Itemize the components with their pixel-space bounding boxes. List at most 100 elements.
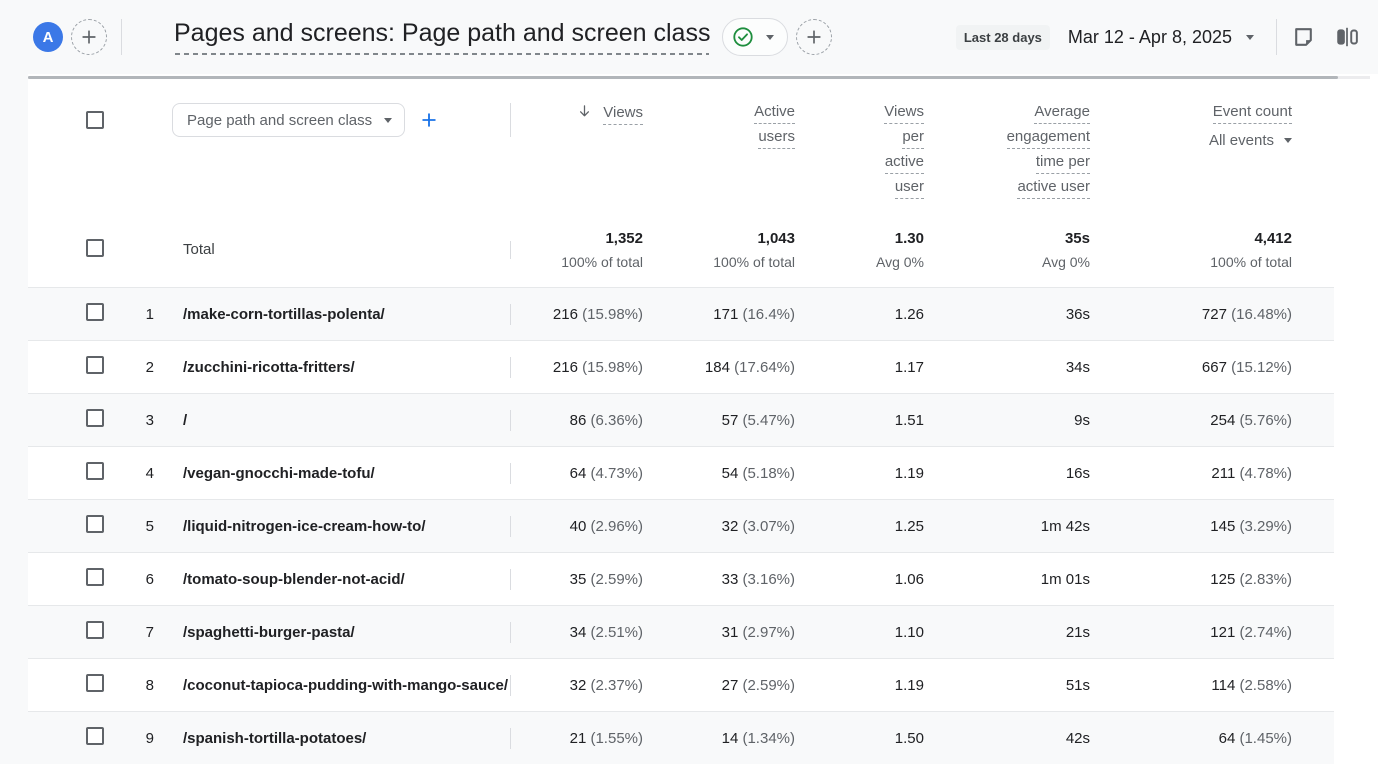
table-row: 5 /liquid-nitrogen-ice-cream-how-to/ 40 … xyxy=(28,499,1334,552)
chevron-down-icon xyxy=(1246,35,1254,40)
cell-views: 216 (15.98%) xyxy=(511,306,655,323)
add-audience-button[interactable] xyxy=(71,19,107,55)
table-row: 8 /coconut-tapioca-pudding-with-mango-sa… xyxy=(28,658,1334,711)
cell-event-count: 667 (15.12%) xyxy=(1102,359,1334,376)
row-checkbox[interactable] xyxy=(86,568,104,586)
sort-descending-icon xyxy=(576,107,597,124)
cell-event-count: 254 (5.76%) xyxy=(1102,412,1334,429)
cell-avg-engagement: 1m 42s xyxy=(936,518,1102,535)
cell-event-count: 64 (1.45%) xyxy=(1102,730,1334,747)
cell-active-users: 31 (2.97%) xyxy=(655,624,807,641)
cell-views: 40 (2.96%) xyxy=(511,518,655,535)
page-title[interactable]: Pages and screens: Page path and screen … xyxy=(174,19,710,55)
table-row: 1 /make-corn-tortillas-polenta/ 216 (15.… xyxy=(28,287,1334,340)
comparisons-icon xyxy=(1334,24,1360,50)
row-rank: 5 xyxy=(106,518,164,535)
table-row: 2 /zucchini-ricotta-fritters/ 216 (15.98… xyxy=(28,340,1334,393)
cell-views: 35 (2.59%) xyxy=(511,571,655,588)
row-checkbox[interactable] xyxy=(86,727,104,745)
total-event-count: 4,412 xyxy=(1102,230,1292,247)
cell-avg-engagement: 36s xyxy=(936,306,1102,323)
select-all-checkbox[interactable] xyxy=(86,111,104,129)
page-path-link[interactable]: /coconut-tapioca-pudding-with-mango-sauc… xyxy=(183,677,508,694)
report-table-card: Page path and screen class Views xyxy=(28,74,1378,764)
row-rank: 8 xyxy=(106,677,164,694)
add-comparison-button[interactable] xyxy=(796,19,832,55)
row-checkbox[interactable] xyxy=(86,356,104,374)
page-path-link[interactable]: /spaghetti-burger-pasta/ xyxy=(183,624,355,641)
cell-avg-engagement: 51s xyxy=(936,677,1102,694)
page-path-link[interactable]: /tomato-soup-blender-not-acid/ xyxy=(183,571,405,588)
page-path-link[interactable]: /zucchini-ricotta-fritters/ xyxy=(183,359,355,376)
row-checkbox[interactable] xyxy=(86,621,104,639)
total-label: Total xyxy=(183,241,215,258)
cell-views: 32 (2.37%) xyxy=(511,677,655,694)
add-dimension-button[interactable] xyxy=(417,108,441,132)
row-rank: 6 xyxy=(106,571,164,588)
comparisons-panel-button[interactable] xyxy=(1330,20,1364,54)
column-header-views-per-active-user[interactable]: Views per active user xyxy=(807,103,936,203)
page-path-link[interactable]: /liquid-nitrogen-ice-cream-how-to/ xyxy=(183,518,426,535)
note-icon xyxy=(1291,25,1316,50)
row-rank: 3 xyxy=(106,412,164,429)
cell-active-users: 184 (17.64%) xyxy=(655,359,807,376)
total-avg-engagement: 35s xyxy=(936,230,1090,247)
dimension-selector[interactable]: Page path and screen class xyxy=(172,103,405,137)
cell-views-per-user: 1.17 xyxy=(807,359,936,376)
cell-views-per-user: 1.19 xyxy=(807,465,936,482)
cell-views-per-user: 1.06 xyxy=(807,571,936,588)
column-header-avg-engagement-time[interactable]: Average engagement time per active user xyxy=(936,103,1102,203)
total-active-users: 1,043 xyxy=(655,230,795,247)
column-header-event-count[interactable]: Event count All events xyxy=(1102,103,1334,149)
row-rank: 4 xyxy=(106,465,164,482)
table-row: 7 /spaghetti-burger-pasta/ 34 (2.51%) 31… xyxy=(28,605,1334,658)
row-checkbox[interactable] xyxy=(86,409,104,427)
column-header-active-users[interactable]: Active users xyxy=(655,103,807,153)
plus-icon xyxy=(79,27,99,47)
event-filter-dropdown[interactable]: All events xyxy=(1209,132,1292,149)
row-rank: 9 xyxy=(106,730,164,747)
cell-views-per-user: 1.25 xyxy=(807,518,936,535)
cell-views-per-user: 1.19 xyxy=(807,677,936,694)
page-path-link[interactable]: /make-corn-tortillas-polenta/ xyxy=(183,306,385,323)
table-header-row: Page path and screen class Views xyxy=(28,82,1334,213)
row-rank: 7 xyxy=(106,624,164,641)
cell-event-count: 145 (3.29%) xyxy=(1102,518,1334,535)
cell-views: 216 (15.98%) xyxy=(511,359,655,376)
cell-views-per-user: 1.50 xyxy=(807,730,936,747)
cell-views: 64 (4.73%) xyxy=(511,465,655,482)
date-range-selector[interactable]: Mar 12 - Apr 8, 2025 xyxy=(1060,27,1262,48)
row-checkbox[interactable] xyxy=(86,303,104,321)
date-range-label: Mar 12 - Apr 8, 2025 xyxy=(1068,27,1232,48)
cell-event-count: 121 (2.74%) xyxy=(1102,624,1334,641)
cell-event-count: 114 (2.58%) xyxy=(1102,677,1334,694)
total-row-checkbox[interactable] xyxy=(86,239,104,257)
row-checkbox[interactable] xyxy=(86,462,104,480)
cell-avg-engagement: 1m 01s xyxy=(936,571,1102,588)
page-path-link[interactable]: /vegan-gnocchi-made-tofu/ xyxy=(183,465,375,482)
cell-avg-engagement: 9s xyxy=(936,412,1102,429)
divider xyxy=(121,19,122,55)
plus-icon xyxy=(804,27,824,47)
cell-views: 21 (1.55%) xyxy=(511,730,655,747)
scrollbar-thumb[interactable] xyxy=(28,76,1338,79)
row-checkbox[interactable] xyxy=(86,515,104,533)
cell-views-per-user: 1.26 xyxy=(807,306,936,323)
cell-views: 34 (2.51%) xyxy=(511,624,655,641)
date-preset-badge: Last 28 days xyxy=(956,25,1050,50)
table-row: 4 /vegan-gnocchi-made-tofu/ 64 (4.73%) 5… xyxy=(28,446,1334,499)
chevron-down-icon xyxy=(766,35,774,40)
report-status-dropdown[interactable] xyxy=(722,18,788,56)
row-checkbox[interactable] xyxy=(86,674,104,692)
horizontal-scrollbar[interactable] xyxy=(28,74,1378,82)
table-row: 9 /spanish-tortilla-potatoes/ 21 (1.55%)… xyxy=(28,711,1334,764)
avatar[interactable]: A xyxy=(33,22,63,52)
insights-note-button[interactable] xyxy=(1287,21,1320,54)
check-circle-icon xyxy=(732,26,754,48)
column-header-views[interactable]: Views xyxy=(511,103,655,132)
page-path-link[interactable]: /spanish-tortilla-potatoes/ xyxy=(183,730,366,747)
cell-active-users: 57 (5.47%) xyxy=(655,412,807,429)
chevron-down-icon xyxy=(384,118,392,123)
page-path-link[interactable]: / xyxy=(183,412,187,429)
cell-views: 86 (6.36%) xyxy=(511,412,655,429)
